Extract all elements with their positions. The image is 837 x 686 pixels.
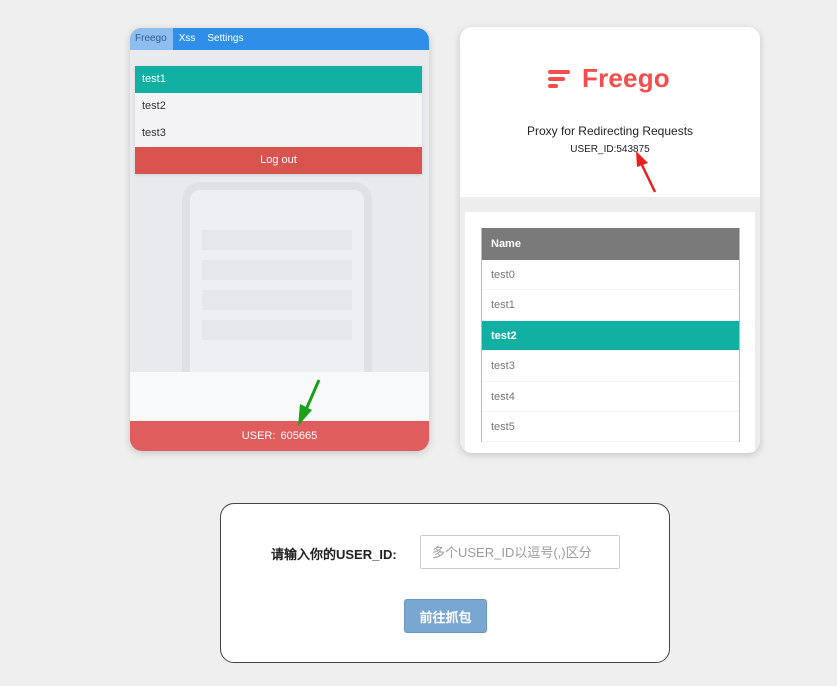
tagline: Proxy for Redirecting Requests [526, 124, 694, 138]
ghost-row [202, 260, 352, 280]
ghost-row [202, 230, 352, 250]
user-id-line: USER_ID:543875 [460, 144, 760, 155]
go-capture-button[interactable]: 前往抓包 [404, 599, 487, 633]
name-table-panel: Name test0 test1 test2 test3 test4 test5 [465, 212, 755, 453]
capture-form: 请输入你的USER_ID: 前往抓包 [220, 503, 670, 663]
right-app-card: Freego Proxy for Redirecting Requests US… [460, 27, 760, 453]
user-dropdown: test1 test2 test3 Log out [135, 66, 422, 174]
user-id-label: USER_ID: [570, 144, 617, 155]
ghost-row [202, 320, 352, 340]
table-row[interactable]: test4 [482, 382, 739, 412]
freego-logo-icon [548, 69, 572, 89]
left-bottom-area [130, 372, 429, 420]
tab-bar: Freego Xss Settings [130, 28, 429, 50]
user-id-form-label: 请输入你的USER_ID: [271, 547, 397, 562]
tab-xss[interactable]: Xss [173, 28, 202, 50]
table-row-selected[interactable]: test2 [482, 320, 739, 352]
brand: Freego [548, 63, 670, 94]
table-row[interactable]: test0 [482, 260, 739, 291]
dropdown-item-test3[interactable]: test3 [135, 120, 422, 147]
ghost-row [202, 290, 352, 310]
table-row[interactable]: test3 [482, 351, 739, 382]
user-value: 605665 [280, 430, 318, 442]
ghost-phone-frame [182, 182, 372, 382]
user-prefix: USER: [241, 430, 276, 442]
tab-freego[interactable]: Freego [130, 28, 173, 50]
brand-name: Freego [582, 63, 670, 93]
brand-header: Freego Proxy for Redirecting Requests US… [460, 27, 760, 197]
name-table: Name test0 test1 test2 test3 test4 test5 [481, 228, 740, 443]
user-id-input[interactable] [420, 535, 620, 569]
user-id-value: 543875 [616, 144, 650, 155]
left-phone-card: Freego Xss Settings test1 test2 test3 Lo… [130, 28, 429, 451]
table-header-name: Name [482, 228, 739, 260]
dropdown-item-test1[interactable]: test1 [135, 66, 422, 93]
user-status-bar: USER: 605665 [130, 421, 429, 451]
dropdown-item-test2[interactable]: test2 [135, 93, 422, 120]
table-row[interactable]: test1 [482, 290, 739, 321]
logout-button[interactable]: Log out [135, 147, 422, 174]
tab-settings[interactable]: Settings [201, 28, 249, 50]
table-row[interactable]: test5 [482, 412, 739, 443]
